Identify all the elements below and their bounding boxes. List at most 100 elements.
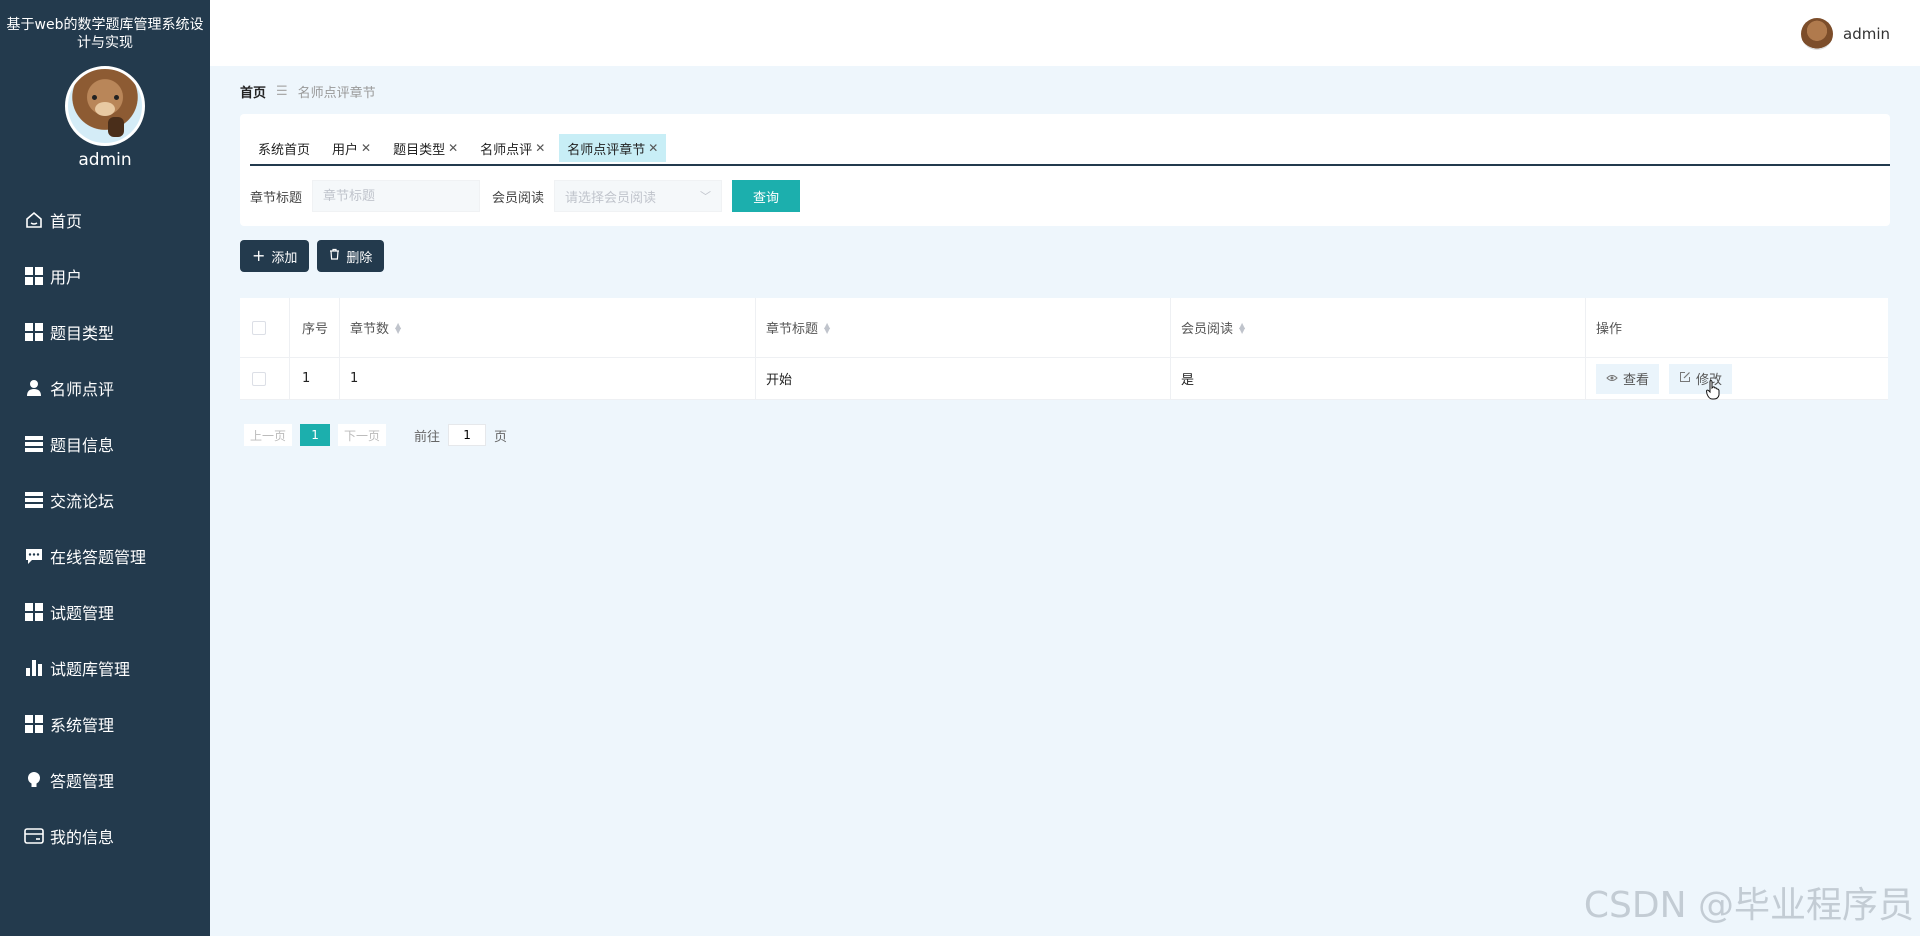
sidebar-item-answer-manage[interactable]: 答题管理 xyxy=(0,752,210,808)
close-icon[interactable]: ✕ xyxy=(448,141,458,155)
sidebar-item-my-info[interactable]: 我的信息 xyxy=(0,808,210,864)
tab-teacher-review[interactable]: 名师点评 ✕ xyxy=(472,134,553,162)
view-button[interactable]: 查看 xyxy=(1596,363,1660,394)
tab-label: 题目类型 xyxy=(393,142,446,158)
tab-label: 名师点评 xyxy=(480,142,533,158)
delete-label: 删除 xyxy=(346,250,373,266)
sort-icon[interactable]: ▲ ▼ xyxy=(1239,321,1245,334)
grid-icon xyxy=(24,602,44,622)
action-bar: + 添加 删除 xyxy=(240,240,385,272)
sidebar-item-online-answer[interactable]: 在线答题管理 xyxy=(0,528,210,584)
chapter-title-input[interactable] xyxy=(312,180,481,212)
prev-page-button[interactable]: 上一页 xyxy=(244,424,293,446)
cell-index: 1 xyxy=(302,371,311,386)
goto-label: 前往 xyxy=(414,429,441,445)
header-operations: 操作 xyxy=(1596,322,1623,337)
menu-icon: ☰ xyxy=(276,84,288,99)
edit-icon xyxy=(1679,371,1691,387)
sidebar-item-forum[interactable]: 交流论坛 xyxy=(0,472,210,528)
user-menu[interactable]: admin xyxy=(1801,18,1890,50)
edit-button[interactable]: 修改 xyxy=(1669,363,1733,394)
plus-icon: + xyxy=(252,246,266,265)
select-all-checkbox[interactable] xyxy=(252,320,266,335)
sidebar-item-exam-manage[interactable]: 试题管理 xyxy=(0,584,210,640)
sidebar-item-exam-bank[interactable]: 试题库管理 xyxy=(0,640,210,696)
close-icon[interactable]: ✕ xyxy=(648,141,658,155)
sidebar-item-teacher-review[interactable]: 名师点评 xyxy=(0,360,210,416)
home-icon xyxy=(24,210,44,230)
grid-icon xyxy=(24,322,44,342)
search-panel: 系统首页 用户✕ 题目类型✕ 名师点评✕ 名师点评章节✕ 章节标题 会员阅读 请… xyxy=(240,114,1890,226)
header-chapter-title: 章节标题 xyxy=(766,322,819,337)
delete-button[interactable]: 删除 xyxy=(317,240,385,272)
sidebar-item-label: 系统管理 xyxy=(50,716,115,735)
avatar[interactable] xyxy=(65,66,145,146)
add-label: 添加 xyxy=(271,250,298,266)
sidebar-item-label: 我的信息 xyxy=(50,828,115,847)
sidebar-item-home[interactable]: 首页 xyxy=(0,192,210,248)
breadcrumb-home[interactable]: 首页 xyxy=(240,82,266,101)
table-row: 1 1 开始 是 查看 修改 xyxy=(240,358,1888,400)
sidebar-menu: 首页 用户 题目类型 名师点评 题目信息 交流论坛 在线答题管理 试题管理 试题… xyxy=(0,192,210,864)
table-header: 序号 章节数 ▲ ▼ 章节标题 ▲ ▼ 会员阅读 ▲ ▼ 操作 xyxy=(240,298,1888,358)
grid-icon xyxy=(24,714,44,734)
tab-system-home[interactable]: 系统首页 xyxy=(250,134,318,162)
hand-cursor-icon xyxy=(1705,380,1720,400)
sidebar-item-label: 在线答题管理 xyxy=(50,548,147,567)
header-chapter-no: 章节数 xyxy=(350,322,390,337)
list-icon xyxy=(24,490,44,510)
chat-icon xyxy=(24,546,44,566)
card-icon xyxy=(24,826,44,846)
cell-member-read: 是 xyxy=(1181,373,1195,388)
sidebar-item-label: 首页 xyxy=(50,212,83,231)
next-page-button[interactable]: 下一页 xyxy=(338,424,387,446)
bar-chart-icon xyxy=(24,658,44,678)
watermark: CSDN @毕业程序员 xyxy=(1583,885,1914,926)
sidebar-item-system[interactable]: 系统管理 xyxy=(0,696,210,752)
tab-question-types[interactable]: 题目类型 ✕ xyxy=(385,134,466,162)
row-checkbox[interactable] xyxy=(252,371,266,386)
sidebar-item-label: 试题管理 xyxy=(50,604,115,623)
tab-teacher-review-chapter[interactable]: 名师点评章节 ✕ xyxy=(559,134,667,162)
query-button[interactable]: 查询 xyxy=(732,180,801,212)
page-suffix: 页 xyxy=(494,429,508,445)
add-button[interactable]: + 添加 xyxy=(240,240,310,272)
sidebar-item-label: 用户 xyxy=(50,268,83,287)
sort-icon[interactable]: ▲ ▼ xyxy=(395,321,401,334)
search-form: 章节标题 会员阅读 请选择会员阅读 ﹀ 查询 xyxy=(250,180,801,212)
member-read-select[interactable]: 请选择会员阅读 ﹀ xyxy=(554,180,723,212)
tab-users[interactable]: 用户 ✕ xyxy=(324,134,379,162)
list-icon xyxy=(24,434,44,454)
header-index: 序号 xyxy=(302,322,329,337)
trash-icon xyxy=(329,248,340,264)
goto-page-input[interactable] xyxy=(448,424,487,446)
sidebar-item-label: 名师点评 xyxy=(50,380,115,399)
grid-icon xyxy=(24,266,44,286)
tab-label: 用户 xyxy=(332,142,359,158)
close-icon[interactable]: ✕ xyxy=(361,141,371,155)
page-number-current[interactable]: 1 xyxy=(300,424,331,446)
chevron-down-icon: ﹀ xyxy=(700,190,712,203)
sidebar-username: admin xyxy=(78,150,132,170)
system-title: 基于web的数学题库管理系统设计与实现 xyxy=(6,17,204,51)
member-read-placeholder: 请选择会员阅读 xyxy=(565,190,657,206)
member-read-label: 会员阅读 xyxy=(492,190,545,206)
pagination: 上一页 1 下一页 前往 页 xyxy=(244,424,507,446)
person-icon xyxy=(24,378,44,398)
chapter-table: 序号 章节数 ▲ ▼ 章节标题 ▲ ▼ 会员阅读 ▲ ▼ 操作 1 1 开始 是 查看 修改 xyxy=(240,298,1888,400)
tab-label: 名师点评章节 xyxy=(567,142,646,158)
sort-icon[interactable]: ▲ ▼ xyxy=(824,321,830,334)
close-icon[interactable]: ✕ xyxy=(535,141,545,155)
sidebar-item-label: 交流论坛 xyxy=(50,492,115,511)
sidebar-item-users[interactable]: 用户 xyxy=(0,248,210,304)
chapter-title-label: 章节标题 xyxy=(250,190,303,206)
header-member-read: 会员阅读 xyxy=(1181,322,1234,337)
avatar[interactable] xyxy=(1801,18,1833,50)
header-username: admin xyxy=(1843,25,1890,43)
sidebar: 基于web的数学题库管理系统设计与实现 admin 首页 用户 题目类型 名师点… xyxy=(0,0,210,936)
cell-chapter-title: 开始 xyxy=(766,373,793,388)
sidebar-item-label: 答题管理 xyxy=(50,772,115,791)
sidebar-item-label: 题目类型 xyxy=(50,324,115,343)
sidebar-item-question-types[interactable]: 题目类型 xyxy=(0,304,210,360)
sidebar-item-question-info[interactable]: 题目信息 xyxy=(0,416,210,472)
